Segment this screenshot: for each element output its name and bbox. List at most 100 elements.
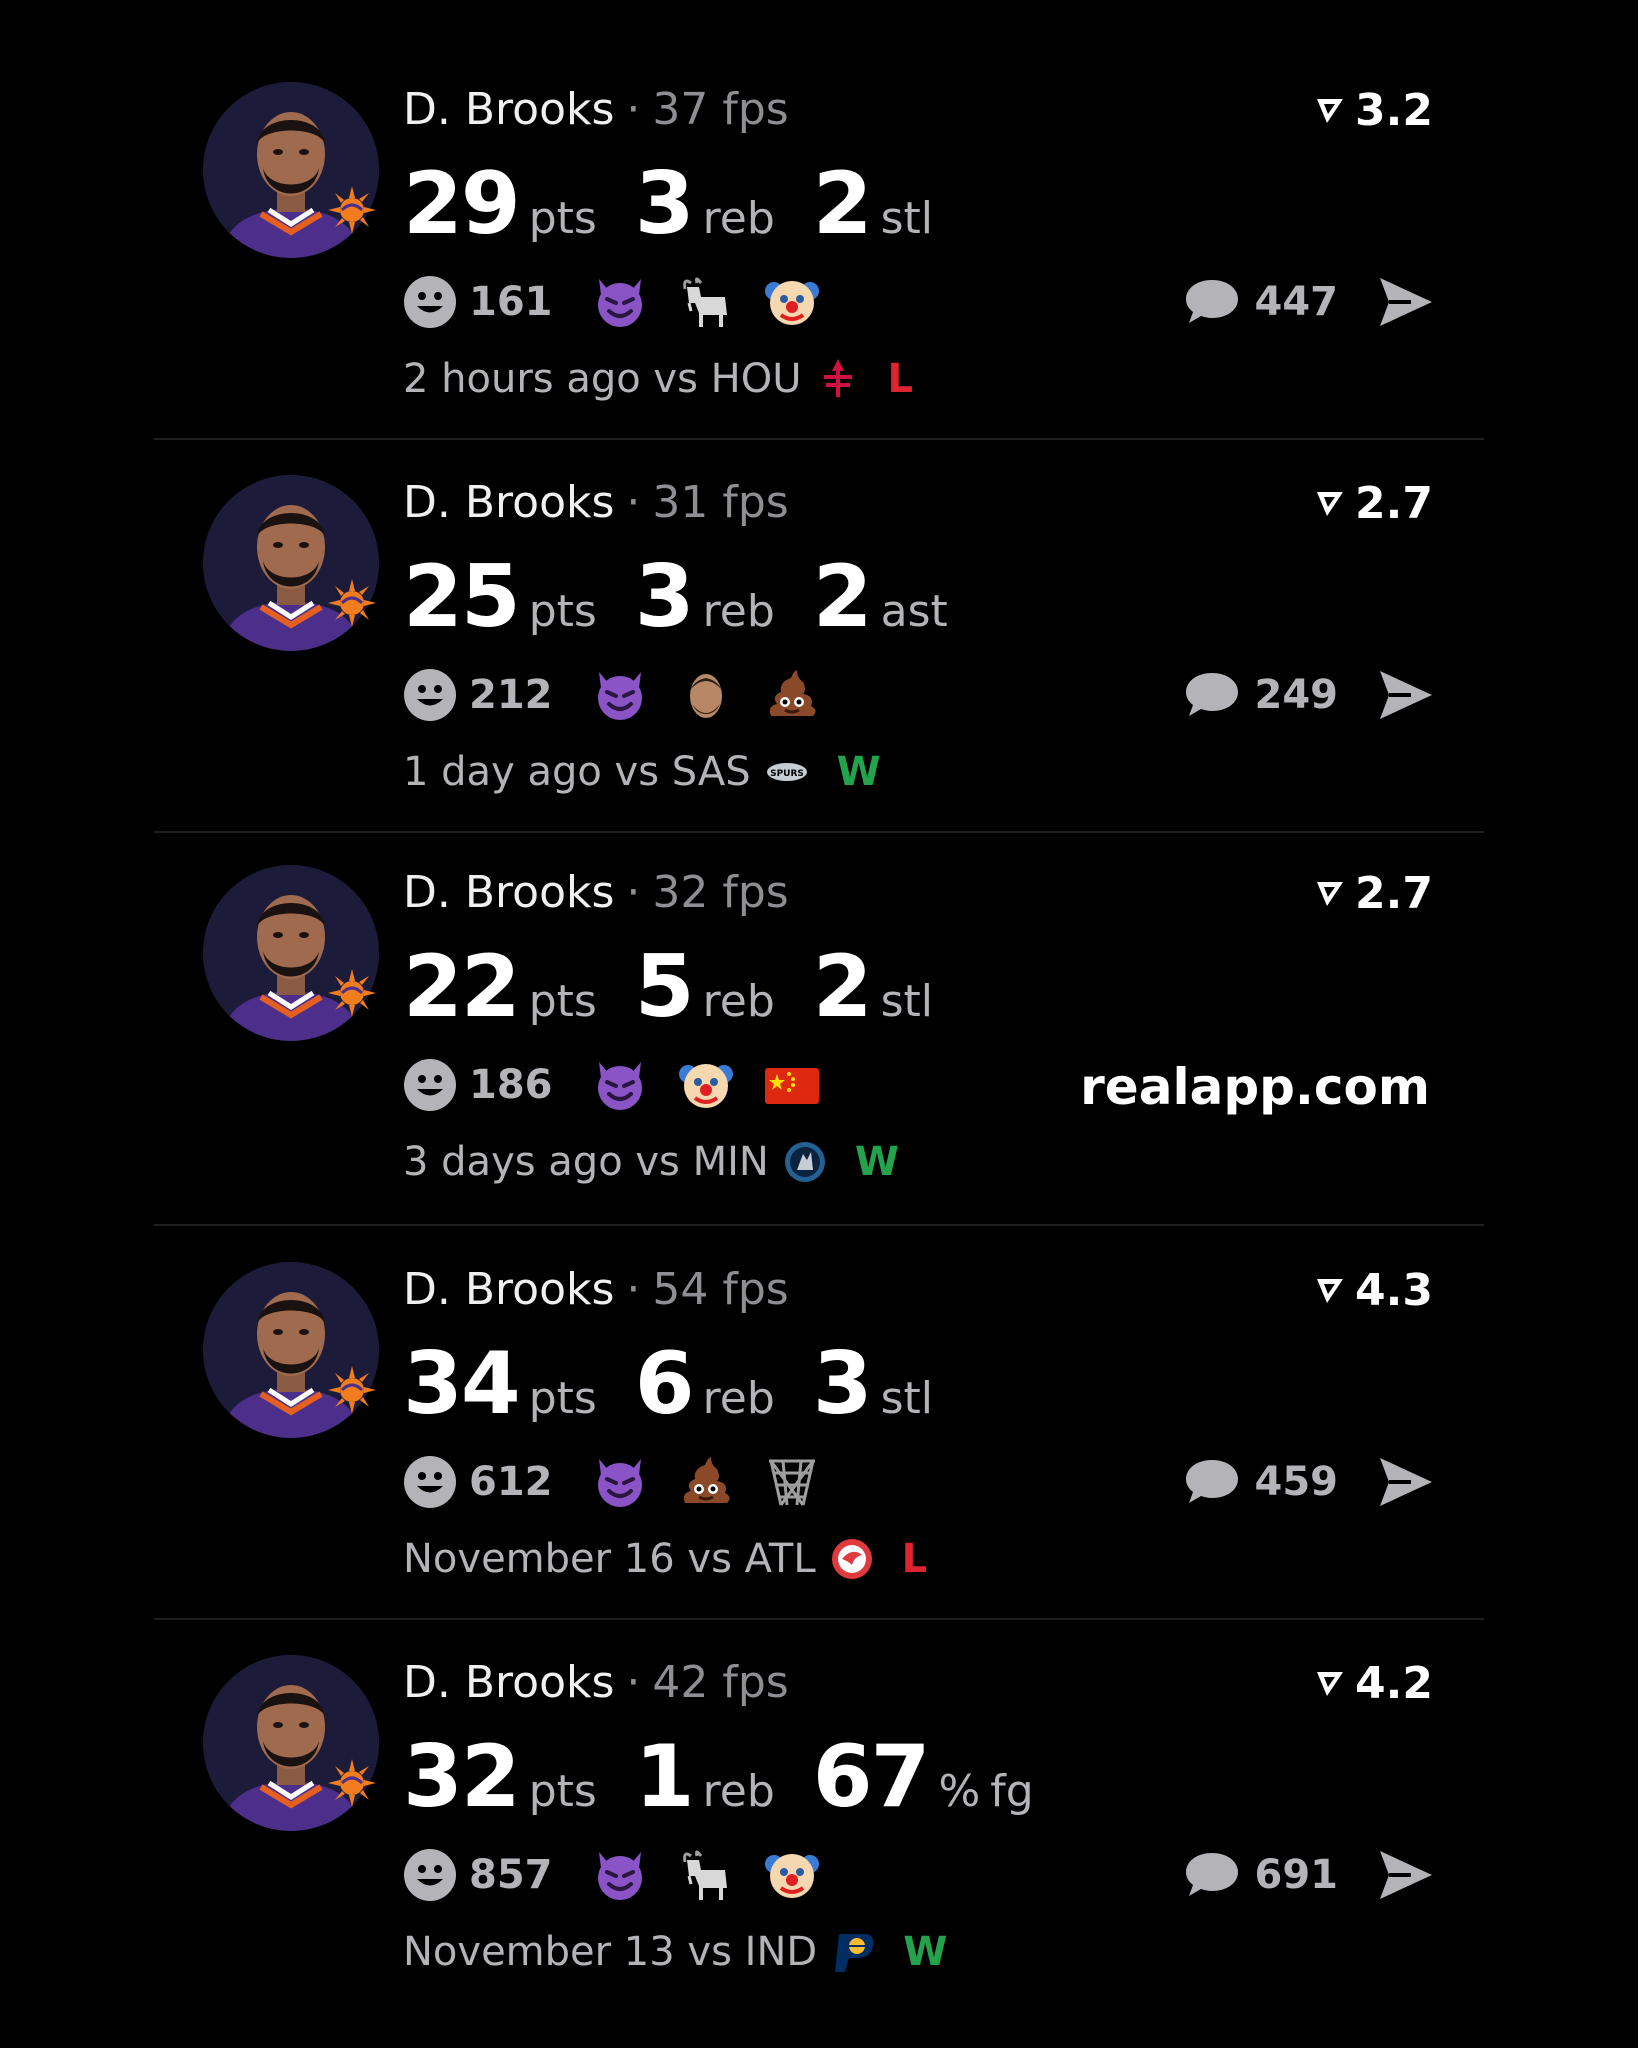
stat-value: 1 (634, 1727, 695, 1827)
game-result: W (903, 1929, 948, 1975)
comments-button[interactable]: 447 (1183, 266, 1338, 338)
stat-unit: reb (702, 586, 775, 637)
game-result: L (887, 356, 914, 402)
fantasy-points: 32 fps (652, 867, 789, 918)
comment-bubble-icon (1185, 1853, 1238, 1896)
smiling-devil-icon[interactable] (591, 1846, 649, 1904)
vs-label: vs (674, 1536, 745, 1582)
comments-button[interactable]: 459 (1183, 1446, 1339, 1518)
stat-item: 25 pts (403, 547, 597, 647)
svg-text:SPURS: SPURS (770, 769, 804, 779)
stat-value: 32 (403, 1727, 521, 1827)
player-name[interactable]: D. Brooks (403, 1657, 614, 1708)
reaction-smiley-icon[interactable] (403, 1848, 457, 1902)
stat-unit: % (938, 1766, 981, 1817)
vs-label: vs (622, 1139, 693, 1185)
game-card[interactable]: D. Brooks · 42 fps 4.2 32 pts 1 reb 67% fg 857 69… (0, 1635, 1638, 2027)
share-icon[interactable] (1377, 274, 1435, 330)
stat-line: 32 pts 1 reb 67% fg (403, 1727, 1072, 1827)
player-name[interactable]: D. Brooks (403, 1264, 614, 1315)
share-icon[interactable] (1377, 1454, 1435, 1510)
stat-value: 25 (403, 547, 521, 647)
card-divider (154, 1224, 1484, 1226)
stat-value: 22 (403, 937, 521, 1037)
fantasy-points: 37 fps (652, 84, 789, 135)
stat-unit: reb (702, 976, 775, 1027)
reactions-row: 212 (403, 659, 849, 731)
reaction-count: 212 (469, 672, 553, 718)
stat-value: 6 (634, 1334, 695, 1434)
comment-bubble-icon (1185, 280, 1238, 323)
player-name[interactable]: D. Brooks (403, 84, 614, 135)
rating-value: 3.2 (1355, 84, 1433, 136)
smiling-devil-icon[interactable] (591, 1056, 649, 1114)
clown-icon[interactable] (677, 1056, 735, 1114)
reactions-row: 612 (403, 1446, 849, 1518)
goat-icon[interactable] (677, 273, 735, 331)
reaction-smiley-icon[interactable] (403, 275, 457, 329)
comments-button[interactable]: 691 (1183, 1839, 1339, 1911)
separator: · (626, 1657, 641, 1708)
reaction-smiley-icon[interactable] (403, 1058, 457, 1112)
stat-value: 2 (812, 154, 873, 254)
card-divider (154, 1618, 1484, 1620)
stat-value: 2 (812, 547, 873, 647)
stat-line: 29 pts 3 reb 2 stl (403, 154, 971, 254)
fantasy-points: 31 fps (652, 477, 789, 528)
comment-count: 691 (1254, 1852, 1339, 1898)
share-icon[interactable] (1377, 667, 1435, 723)
game-result: W (854, 1139, 899, 1185)
reaction-count: 161 (469, 279, 553, 325)
rating-value: 2.7 (1355, 477, 1433, 529)
player-face-icon[interactable] (677, 666, 735, 724)
game-time: November 16 (403, 1536, 675, 1582)
card-headline: D. Brooks · 31 fps (403, 473, 789, 533)
comment-count: 249 (1254, 672, 1339, 718)
basketball-net-icon[interactable] (763, 1453, 821, 1511)
separator: · (626, 867, 641, 918)
player-name[interactable]: D. Brooks (403, 477, 614, 528)
game-card[interactable]: D. Brooks · 54 fps 4.3 34 pts 6 reb 3 stl 612 459… (0, 1242, 1638, 1634)
game-card[interactable]: D. Brooks · 31 fps 2.7 25 pts 3 reb 2 ast 212 249… (0, 455, 1638, 847)
reactions-row: 857 (403, 1839, 849, 1911)
stat-line: 34 pts 6 reb 3 stl (403, 1334, 971, 1434)
game-result: W (836, 749, 881, 795)
vs-label: vs (601, 749, 672, 795)
stat-item: 6 reb (635, 1334, 775, 1434)
game-card[interactable]: D. Brooks · 37 fps 3.2 29 pts 3 reb 2 stl 161 447… (0, 62, 1638, 454)
stat-value: 3 (634, 154, 695, 254)
stat-item: 3 reb (635, 547, 775, 647)
clown-icon[interactable] (763, 1846, 821, 1904)
stat-item: 67% fg (813, 1727, 1034, 1827)
smiling-devil-icon[interactable] (591, 666, 649, 724)
game-card[interactable]: D. Brooks · 32 fps 2.7 22 pts 5 reb 2 stl 186 rea… (0, 845, 1638, 1237)
china-flag-icon[interactable] (763, 1056, 821, 1114)
smiling-devil-icon[interactable] (591, 1453, 649, 1511)
card-headline: D. Brooks · 54 fps (403, 1260, 789, 1320)
separator: · (626, 1264, 641, 1315)
stat-item: 1 reb (635, 1727, 775, 1827)
reaction-smiley-icon[interactable] (403, 1455, 457, 1509)
game-result: L (901, 1536, 928, 1582)
timberwolves-logo-icon (784, 1142, 825, 1182)
stat-unit: pts (528, 586, 597, 637)
reactions-row: 186 (403, 1049, 849, 1121)
share-icon[interactable] (1377, 1847, 1435, 1903)
goat-icon[interactable] (677, 1846, 735, 1904)
stat-unit: pts (528, 193, 597, 244)
poop-icon[interactable] (763, 666, 821, 724)
player-name[interactable]: D. Brooks (403, 867, 614, 918)
stat-item: 22 pts (403, 937, 597, 1037)
game-info: 2 hours ago vs HOU L (403, 344, 913, 414)
comment-count: 459 (1254, 1459, 1339, 1505)
comments-button[interactable]: 249 (1183, 659, 1339, 731)
separator: · (626, 84, 641, 135)
stat-line: 22 pts 5 reb 2 stl (403, 937, 971, 1037)
clown-icon[interactable] (763, 273, 821, 331)
stat-unit: reb (702, 193, 775, 244)
stat-unit: ast (880, 586, 948, 637)
poop-icon[interactable] (677, 1453, 735, 1511)
reaction-smiley-icon[interactable] (403, 668, 457, 722)
rating-score: 3.2 (1313, 80, 1433, 140)
smiling-devil-icon[interactable] (591, 273, 649, 331)
